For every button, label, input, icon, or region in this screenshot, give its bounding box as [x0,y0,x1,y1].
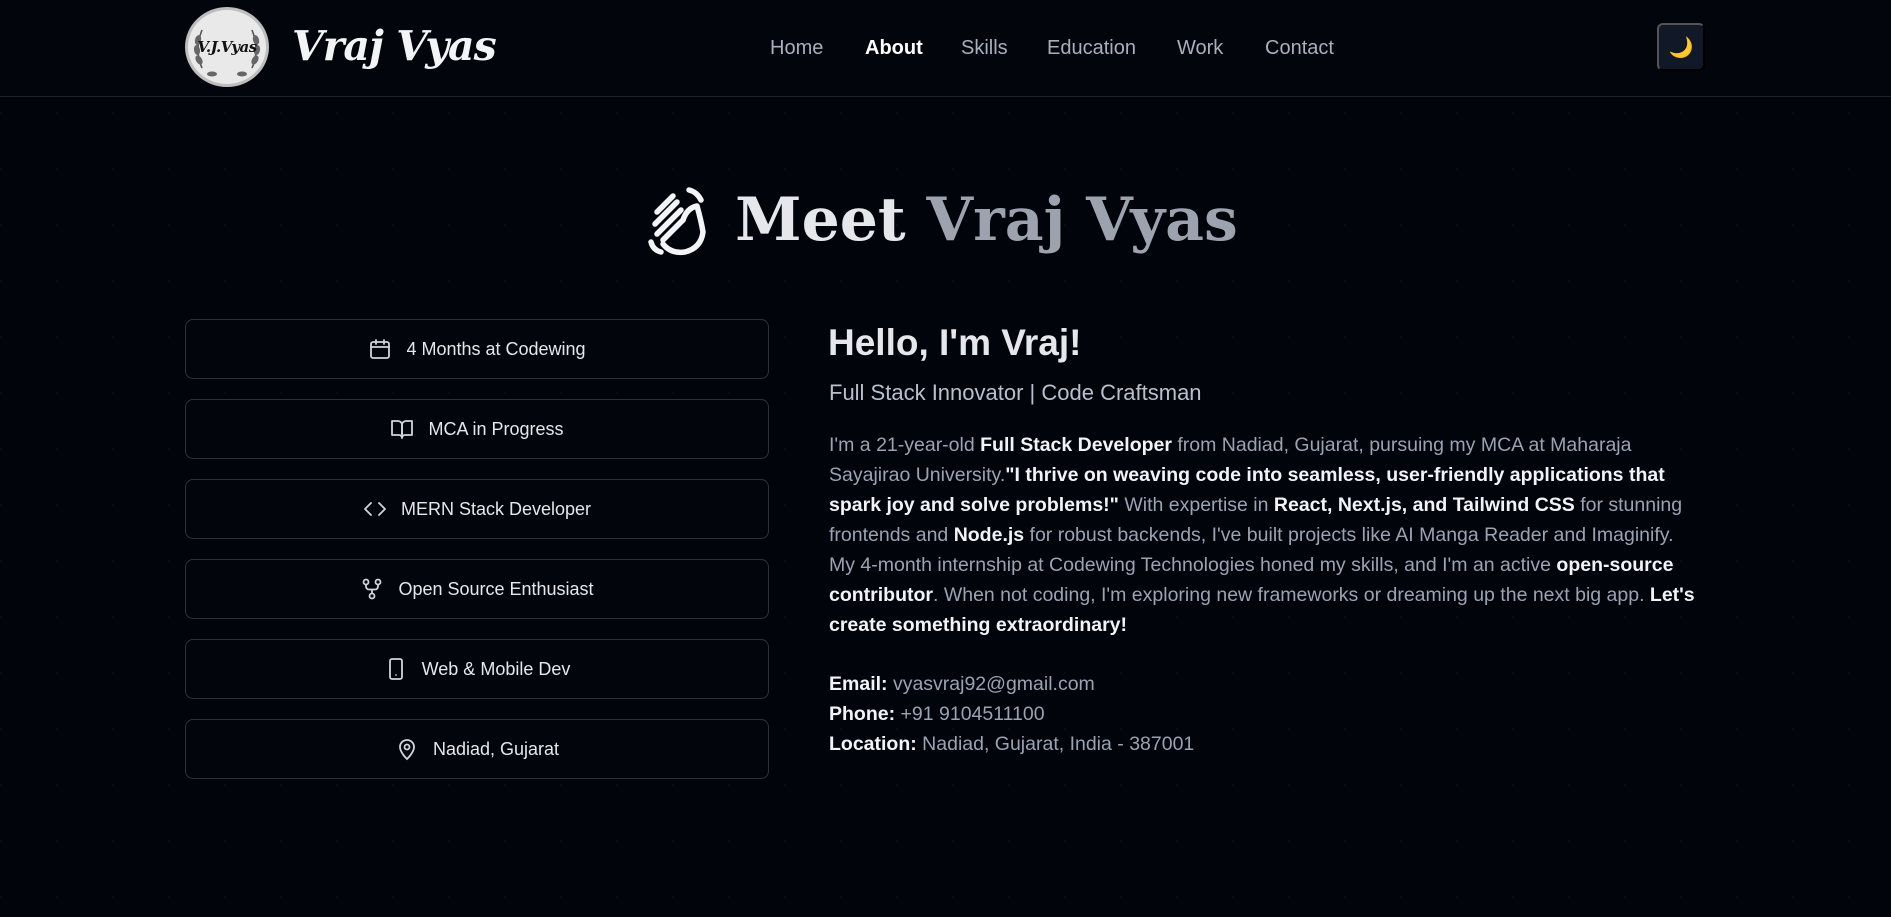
moon-icon: 🌙 [1668,36,1694,59]
brand-name[interactable]: Vraj Vyas [292,22,497,70]
highlight-card-platforms: Web & Mobile Dev [185,639,769,699]
about-title-name: Vraj Vyas [926,185,1238,255]
email-value[interactable]: vyasvraj92@gmail.com [888,673,1095,695]
git-fork-icon [360,577,384,601]
code-icon [363,497,387,521]
card-label: MERN Stack Developer [400,498,592,519]
about-heading: Meet Vraj Vyas [0,180,1891,260]
contact-info: Email: vyasvraj92@gmail.com Phone: +91 9… [829,669,1194,759]
navbar: V.J.Vyas Vraj Vyas Home About Skills Edu… [0,0,1891,97]
book-open-icon [390,417,414,441]
logo-text: V.J.Vyas [197,38,257,56]
waving-hand-icon [648,187,706,256]
card-label: Web & Mobile Dev [421,658,571,679]
email-row: Email: vyasvraj92@gmail.com [829,669,1194,699]
bio-paragraph: I'm a 21-year-old Full Stack Developer f… [829,430,1699,640]
logo-badge[interactable]: V.J.Vyas [185,7,269,87]
location-value: Nadiad, Gujarat, India - 387001 [916,733,1195,755]
about-title: Meet Vraj Vyas [735,185,1238,255]
nav-link-home[interactable]: Home [770,37,823,60]
card-label: 4 Months at Codewing [406,338,586,359]
card-label: Nadiad, Gujarat [432,738,560,759]
phone-row: Phone: +91 9104511100 [829,699,1194,729]
email-label: Email: [829,673,888,695]
hello-heading: Hello, I'm Vraj! [828,322,1082,363]
phone-value[interactable]: +91 9104511100 [895,703,1045,725]
highlight-card-internship: 4 Months at Codewing [185,319,769,379]
highlight-card-stack: MERN Stack Developer [185,479,769,539]
map-pin-icon [395,737,419,761]
bio-highlight: Full Stack Developer [980,434,1172,456]
card-label: MCA in Progress [428,418,564,439]
nav-link-about[interactable]: About [865,37,923,60]
bio-text: With expertise in [1118,494,1274,516]
phone-label: Phone: [829,703,896,725]
nav-link-education[interactable]: Education [1047,37,1136,60]
tagline: Full Stack Innovator | Code Craftsman [829,380,1202,405]
nav-link-contact[interactable]: Contact [1265,37,1334,60]
location-row: Location: Nadiad, Gujarat, India - 38700… [829,729,1194,759]
highlight-card-location: Nadiad, Gujarat [185,719,769,779]
location-label: Location: [829,733,917,755]
bio-highlight: React, Next.js, and Tailwind CSS [1273,494,1575,516]
bio-text: . When not coding, I'm exploring new fra… [932,584,1650,606]
about-title-prefix: Meet [735,185,927,255]
nav-link-skills[interactable]: Skills [961,37,1008,60]
bio-text: I'm a 21-year-old [829,434,981,456]
bio-highlight: Node.js [953,524,1025,546]
theme-toggle-button[interactable]: 🌙 [1657,23,1705,71]
card-label: Open Source Enthusiast [398,578,594,599]
nav-link-work[interactable]: Work [1177,37,1223,60]
highlight-card-open-source: Open Source Enthusiast [185,559,769,619]
smartphone-icon [384,657,408,681]
calendar-icon [368,337,392,361]
highlight-card-education: MCA in Progress [185,399,769,459]
